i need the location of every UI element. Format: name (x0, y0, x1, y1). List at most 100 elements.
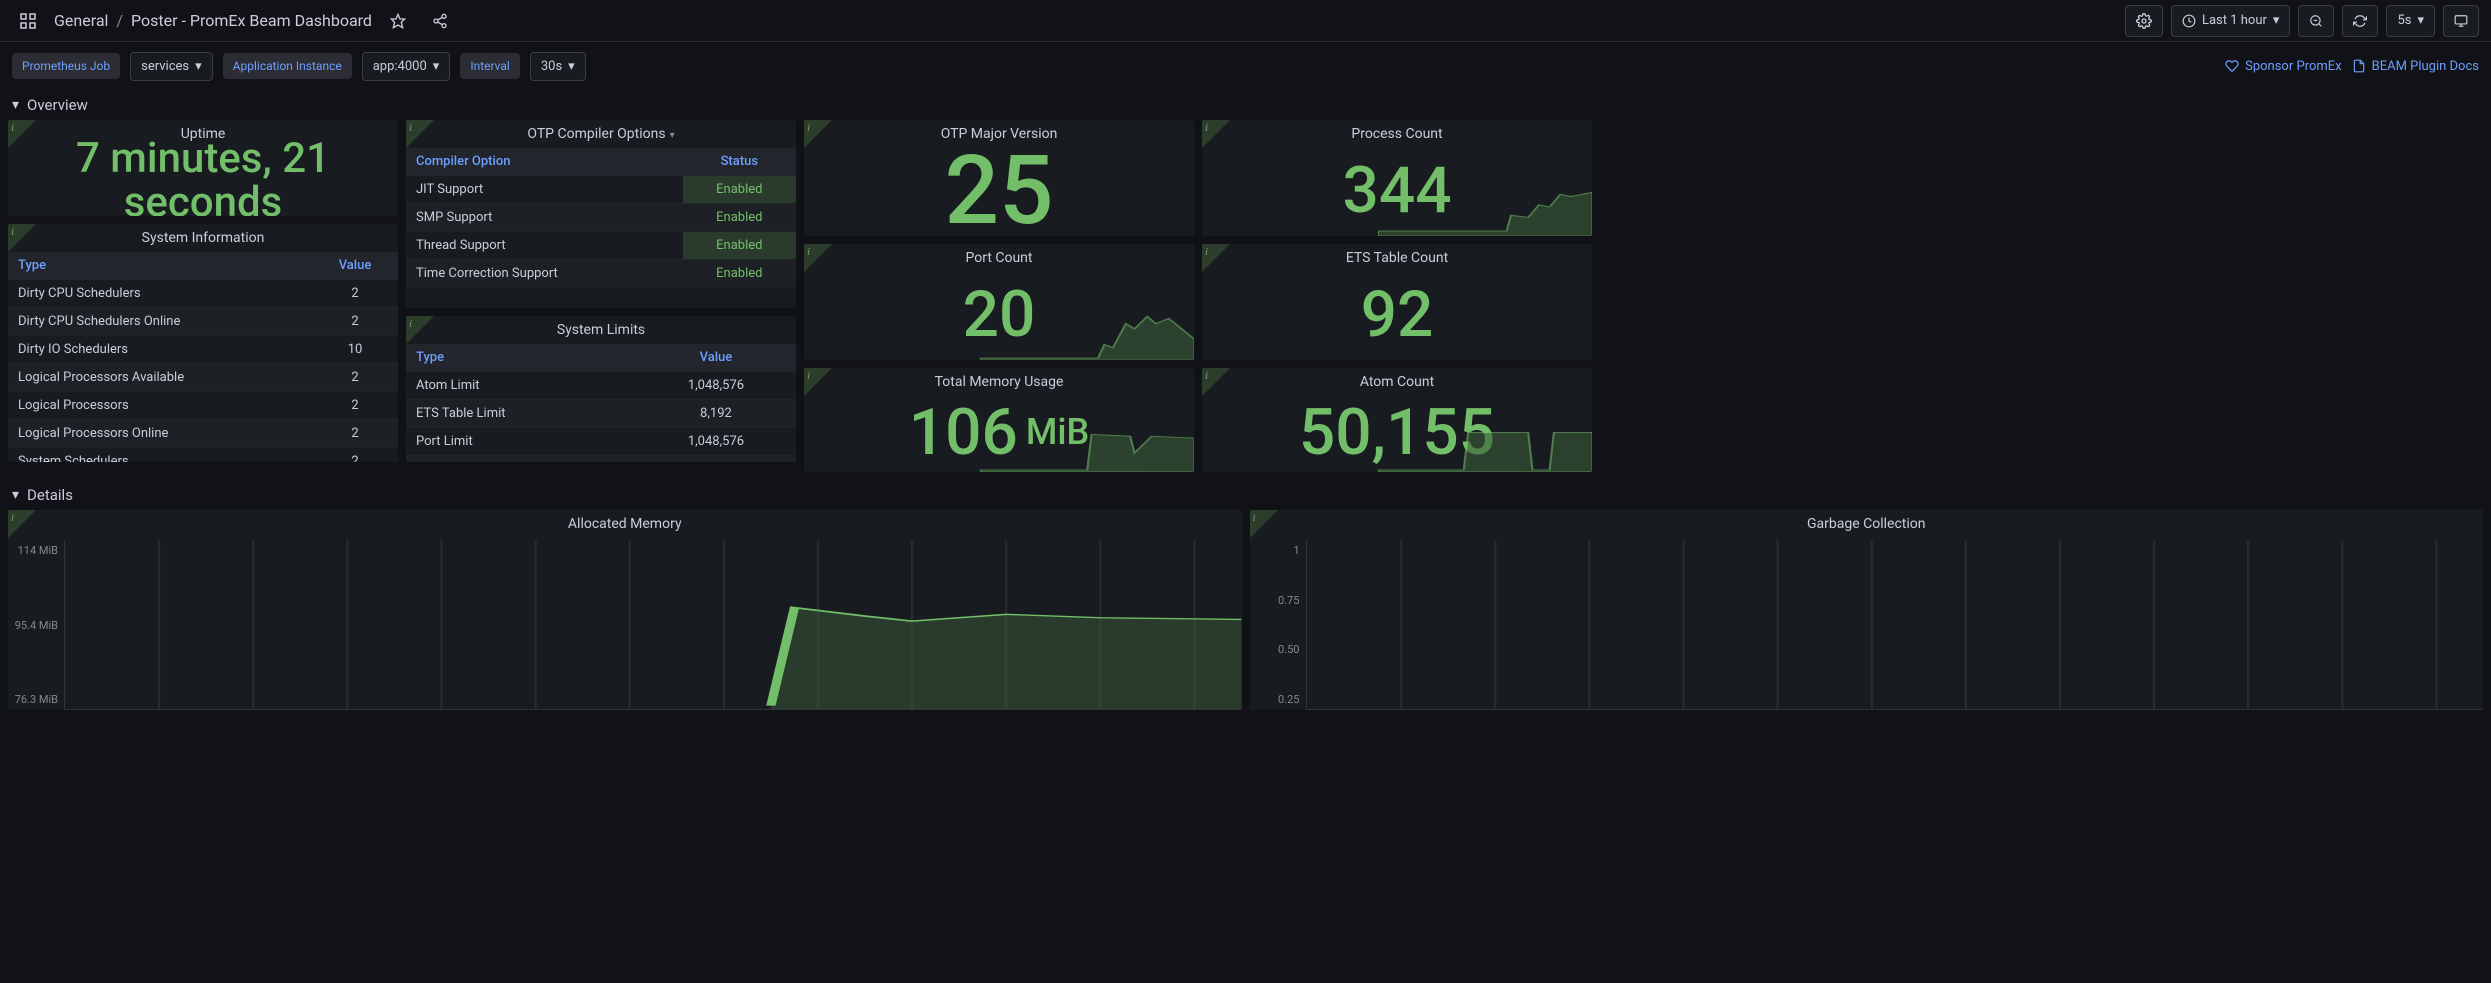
table-row: SMP SupportEnabled (406, 204, 796, 232)
share-icon[interactable] (424, 5, 456, 37)
y-tick: 76.3 MiB (8, 693, 58, 706)
compiler-header-status[interactable]: Status (683, 148, 796, 176)
port-count-title: Port Count (804, 244, 1194, 272)
table-cell-key: Time Correction Support (406, 260, 683, 288)
uptime-value: 7 minutes, 21 seconds (8, 148, 398, 214)
garbage-collection-chart[interactable]: 1 0.75 0.50 0.25 (1250, 540, 2484, 710)
sponsor-link[interactable]: Sponsor PromEx (2225, 59, 2342, 74)
application-instance-value: app:4000 (373, 59, 427, 74)
details-grid: Allocated Memory 114 MiB 95.4 MiB 76.3 M… (0, 510, 2491, 710)
table-cell-value: 2 (312, 392, 398, 420)
interval-value: 30s (541, 59, 562, 74)
docs-label: BEAM Plugin Docs (2372, 59, 2479, 74)
uptime-title: Uptime (8, 120, 398, 148)
allocated-memory-chart[interactable]: 114 MiB 95.4 MiB 76.3 MiB (8, 540, 1242, 710)
refresh-interval-select[interactable]: 5s ▾ (2386, 5, 2435, 37)
ets-count-value: 92 (1202, 272, 1592, 358)
filterbar: Prometheus Job services ▾ Application In… (0, 42, 2491, 90)
table-row: Dirty IO Schedulers10 (8, 336, 398, 364)
sysinfo-header-value[interactable]: Value (312, 252, 398, 280)
compiler-header-option[interactable]: Compiler Option (406, 148, 683, 176)
memory-usage-sparkline (980, 425, 1195, 472)
memory-usage-panel: Total Memory Usage 106 MiB (804, 368, 1194, 472)
limits-table: Type Value Atom Limit1,048,576ETS Table … (406, 344, 796, 462)
gc-y-axis: 1 0.75 0.50 0.25 (1250, 540, 1306, 710)
breadcrumb-root[interactable]: General (54, 11, 108, 30)
settings-button[interactable] (2125, 5, 2163, 37)
memory-usage-title: Total Memory Usage (804, 368, 1194, 396)
star-icon[interactable] (382, 5, 414, 37)
y-tick: 0.50 (1250, 643, 1300, 656)
interval-select[interactable]: 30s ▾ (530, 52, 586, 81)
table-cell-key: SMP Support (406, 204, 683, 232)
zoom-out-button[interactable] (2298, 5, 2334, 37)
table-cell-value: 262,144 (636, 456, 796, 463)
otp-version-panel: OTP Major Version 25 (804, 120, 1194, 236)
breadcrumb: General / Poster - PromEx Beam Dashboard (54, 11, 372, 30)
application-instance-select[interactable]: app:4000 ▾ (362, 52, 451, 81)
overview-section-toggle[interactable]: ▾ Overview (0, 90, 2491, 120)
limits-header-value[interactable]: Value (636, 344, 796, 372)
table-cell-value: 2 (312, 420, 398, 448)
prometheus-job-label: Prometheus Job (12, 53, 120, 79)
chevron-down-icon[interactable]: ▾ (670, 130, 675, 141)
port-count-panel: Port Count 20 (804, 244, 1194, 360)
chevron-down-icon: ▾ (195, 59, 202, 74)
gc-plot-area (1306, 540, 2484, 710)
details-section-toggle[interactable]: ▾ Details (0, 480, 2491, 510)
table-row: System Schedulers2 (8, 448, 398, 463)
docs-link[interactable]: BEAM Plugin Docs (2352, 59, 2479, 74)
otp-version-value: 25 (804, 148, 1194, 234)
table-row: Dirty CPU Schedulers2 (8, 280, 398, 308)
table-row: Logical Processors2 (8, 392, 398, 420)
interval-label: Interval (460, 53, 520, 79)
table-row: Atom Limit1,048,576 (406, 372, 796, 400)
table-cell-value: 10 (312, 336, 398, 364)
table-row: JIT SupportEnabled (406, 176, 796, 204)
refresh-button[interactable] (2342, 5, 2378, 37)
atom-count-title: Atom Count (1202, 368, 1592, 396)
ets-count-title: ETS Table Count (1202, 244, 1592, 272)
alloc-plot-area (64, 540, 1242, 710)
chevron-down-icon: ▾ (568, 59, 575, 74)
grid-icon[interactable] (12, 5, 44, 37)
compiler-options-panel: OTP Compiler Options▾ Compiler Option St… (406, 120, 796, 308)
chevron-down-icon: ▾ (2273, 13, 2280, 28)
limits-title: System Limits (406, 316, 796, 344)
otp-version-title: OTP Major Version (804, 120, 1194, 148)
y-tick: 114 MiB (8, 544, 58, 557)
table-cell-value: 1,048,576 (636, 372, 796, 400)
table-cell-value: 2 (312, 364, 398, 392)
table-cell-key: Atom Limit (406, 372, 636, 400)
compiler-table: Compiler Option Status JIT SupportEnable… (406, 148, 796, 287)
filterbar-right: Sponsor PromEx BEAM Plugin Docs (2225, 59, 2479, 74)
sysinfo-header-type[interactable]: Type (8, 252, 312, 280)
garbage-collection-panel: Garbage Collection 1 0.75 0.50 0.25 (1250, 510, 2484, 710)
prometheus-job-select[interactable]: services ▾ (130, 52, 213, 81)
table-row: Logical Processors Available2 (8, 364, 398, 392)
prometheus-job-value: services (141, 59, 189, 74)
allocated-memory-panel: Allocated Memory 114 MiB 95.4 MiB 76.3 M… (8, 510, 1242, 710)
chevron-down-icon: ▾ (2417, 13, 2424, 28)
table-row: Dirty CPU Schedulers Online2 (8, 308, 398, 336)
time-range-button[interactable]: Last 1 hour ▾ (2171, 5, 2290, 37)
table-cell-key: Dirty CPU Schedulers Online (8, 308, 312, 336)
filterbar-left: Prometheus Job services ▾ Application In… (12, 52, 2215, 81)
ets-count-panel: ETS Table Count 92 (1202, 244, 1592, 360)
uptime-panel: Uptime 7 minutes, 21 seconds (8, 120, 398, 216)
table-cell-value: 2 (312, 448, 398, 463)
garbage-collection-title: Garbage Collection (1250, 510, 2484, 538)
refresh-interval-label: 5s (2397, 13, 2411, 28)
process-count-sparkline (1378, 184, 1593, 236)
allocated-memory-title: Allocated Memory (8, 510, 1242, 538)
table-cell-key: Port Limit (406, 428, 636, 456)
table-cell-key: Process Limit (406, 456, 636, 463)
topbar: General / Poster - PromEx Beam Dashboard… (0, 0, 2491, 42)
table-cell-key: Logical Processors Available (8, 364, 312, 392)
limits-header-type[interactable]: Type (406, 344, 636, 372)
overview-grid: Uptime 7 minutes, 21 seconds System Info… (0, 120, 2491, 480)
chevron-down-icon: ▾ (12, 97, 19, 113)
atom-count-panel: Atom Count 50,155 (1202, 368, 1592, 472)
tv-mode-button[interactable] (2443, 5, 2479, 37)
process-count-panel: Process Count 344 (1202, 120, 1592, 236)
